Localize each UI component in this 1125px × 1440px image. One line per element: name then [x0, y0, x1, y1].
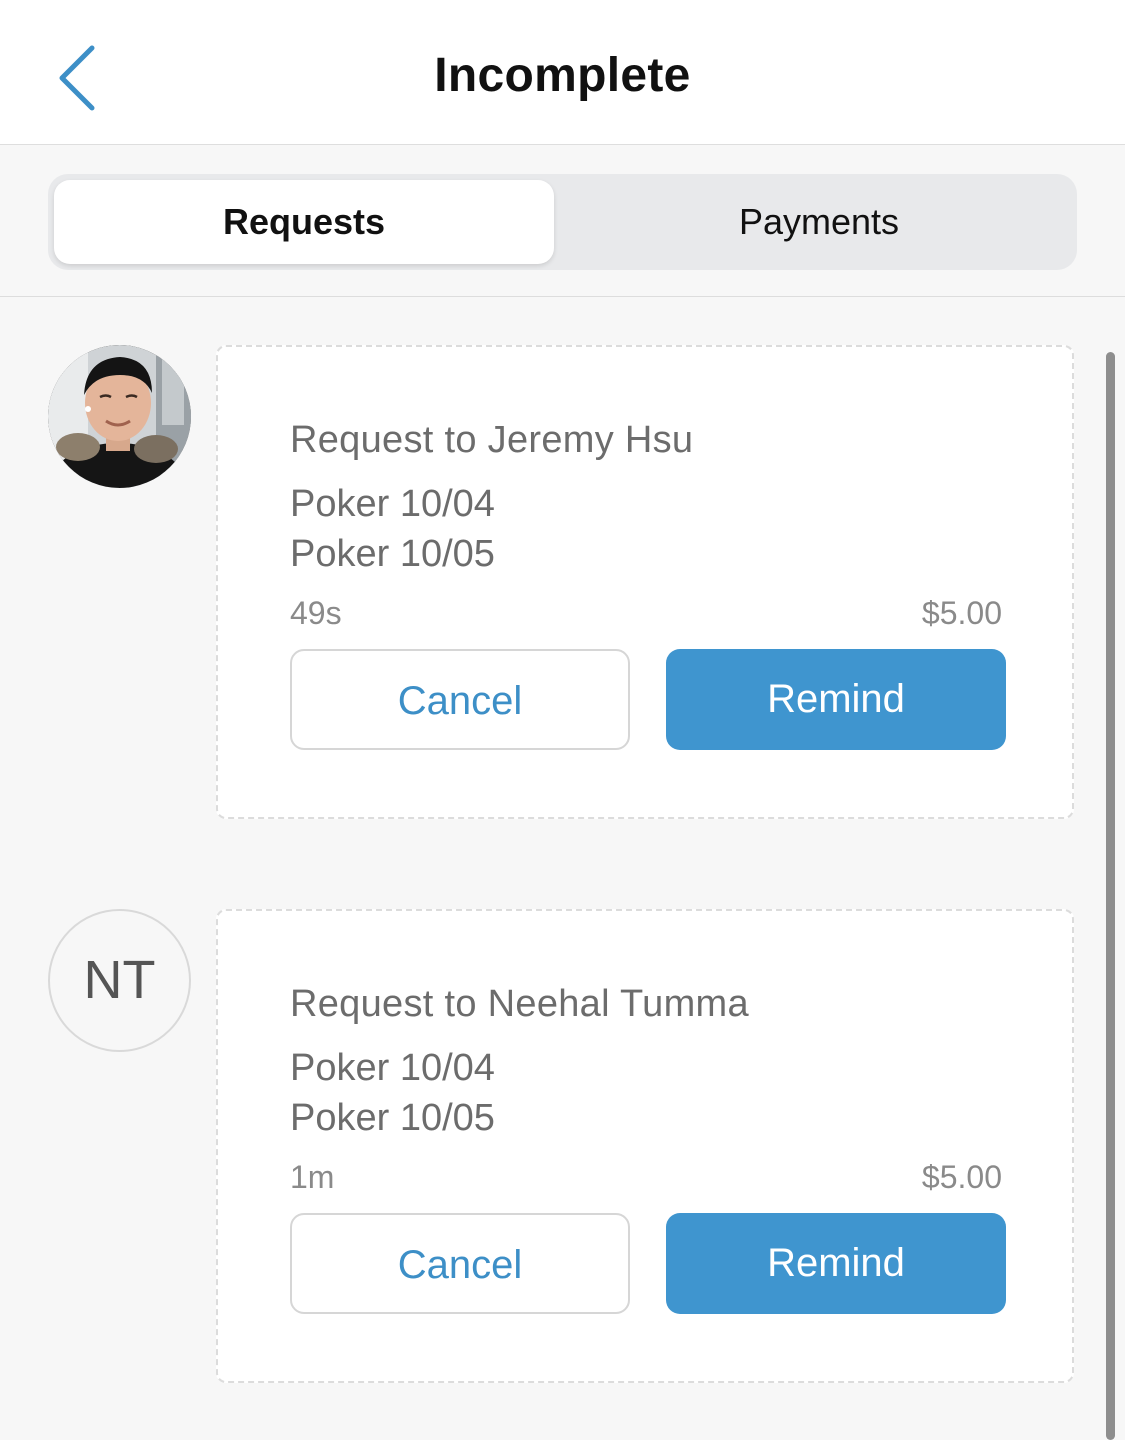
request-card: Request to Jeremy Hsu Poker 10/04 Poker …	[216, 345, 1074, 819]
avatar-initials[interactable]: NT	[48, 909, 191, 1052]
cancel-button[interactable]: Cancel	[290, 1213, 630, 1314]
scrollbar[interactable]	[1106, 352, 1115, 1440]
segmented-control: Requests Payments	[48, 174, 1077, 270]
avatar[interactable]	[48, 345, 191, 488]
remind-button[interactable]: Remind	[666, 1213, 1006, 1314]
request-title: Request to Neehal Tumma	[290, 983, 749, 1025]
tab-payments[interactable]: Payments	[564, 180, 1074, 264]
request-time: 1m	[290, 1159, 335, 1195]
request-card: Request to Neehal Tumma Poker 10/04 Poke…	[216, 909, 1074, 1383]
cancel-button[interactable]: Cancel	[290, 649, 630, 750]
request-time: 49s	[290, 595, 342, 631]
request-title: Request to Jeremy Hsu	[290, 419, 694, 461]
request-item: Poker 10/04	[290, 1047, 495, 1089]
divider	[0, 296, 1125, 297]
page-title: Incomplete	[434, 49, 691, 102]
header: Incomplete	[0, 0, 1125, 145]
request-amount: $5.00	[921, 1159, 1002, 1195]
remind-button[interactable]: Remind	[666, 649, 1006, 750]
profile-photo-icon	[48, 345, 191, 488]
request-item: Poker 10/05	[290, 1097, 495, 1139]
tab-requests[interactable]: Requests	[54, 180, 554, 264]
request-item: Poker 10/05	[290, 533, 495, 575]
request-amount: $5.00	[921, 595, 1002, 631]
request-item: Poker 10/04	[290, 483, 495, 525]
